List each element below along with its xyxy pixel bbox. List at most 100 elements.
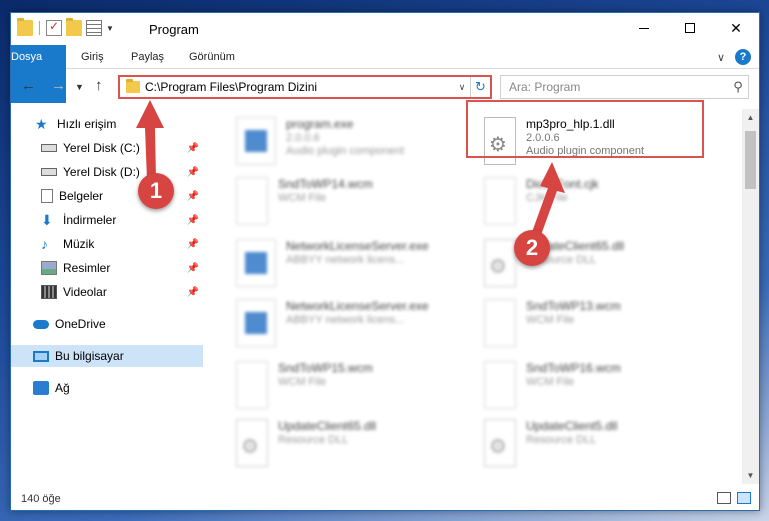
file-item[interactable]: NetworkLicenseServer.exe ABBYY network l… <box>232 235 472 293</box>
sidebar-item-pictures[interactable]: Resimler 📌 <box>11 257 203 279</box>
title-bar: ▼ Program ✕ <box>11 13 759 45</box>
file-item[interactable]: program.exe 2.0.0.6 Audio plugin compone… <box>232 113 472 171</box>
close-button[interactable]: ✕ <box>713 13 759 43</box>
details-view-icon[interactable] <box>717 492 731 504</box>
sidebar-item-network[interactable]: Ağ <box>11 377 203 399</box>
file-name: NetworkLicenseServer.exe <box>286 239 429 253</box>
tab-share[interactable]: Paylaş <box>121 45 174 69</box>
ribbon-right-controls: ∨ ? <box>717 49 751 65</box>
properties-check-icon[interactable] <box>46 19 62 36</box>
videos-icon <box>41 285 57 299</box>
pin-icon[interactable]: 📌 <box>187 287 199 298</box>
maximize-icon <box>685 23 695 33</box>
file-item[interactable]: SndToWP15.wcm WCM File <box>232 357 472 415</box>
tab-view[interactable]: Görünüm <box>179 45 245 69</box>
sidebar-item-local-disk-d[interactable]: Yerel Disk (D:) 📌 <box>11 161 203 183</box>
sidebar-item-this-pc[interactable]: Bu bilgisayar <box>11 345 203 367</box>
minimize-button[interactable] <box>621 13 667 43</box>
pin-icon[interactable]: 📌 <box>187 143 199 154</box>
view-switcher <box>717 492 751 504</box>
address-bar[interactable]: C:\Program Files\Program Dizini ∨ ↻ <box>118 75 492 99</box>
sidebar-item-videos[interactable]: Videolar 📌 <box>11 281 203 303</box>
file-name: program.exe <box>286 117 354 131</box>
network-icon <box>33 381 49 395</box>
executable-file-icon <box>236 299 276 347</box>
close-icon: ✕ <box>730 19 742 36</box>
dll-file-icon <box>484 419 516 467</box>
pin-icon[interactable]: 📌 <box>187 263 199 274</box>
file-type: Resource DLL <box>278 434 349 446</box>
sidebar-item-documents[interactable]: Belgeler 📌 <box>11 185 203 207</box>
pin-icon[interactable]: 📌 <box>187 191 199 202</box>
tab-home[interactable]: Giriş <box>71 45 114 69</box>
blank-file-icon <box>484 177 516 225</box>
sidebar-item-music[interactable]: ♪ Müzik 📌 <box>11 233 203 255</box>
up-icon[interactable]: ↑ <box>95 77 103 94</box>
step-marker-1: 1 <box>138 173 174 209</box>
file-item[interactable]: DictMFont.cjk CJK File <box>480 173 720 231</box>
dll-file-icon <box>236 419 268 467</box>
properties-icon[interactable] <box>86 20 102 36</box>
customize-toolbar-icon[interactable]: ▼ <box>106 24 114 33</box>
file-item[interactable]: UpdateClient5.dll Resource DLL <box>480 415 720 473</box>
divider <box>39 21 40 35</box>
sidebar-item-label: Belgeler <box>59 189 104 203</box>
sidebar-item-label: Resimler <box>63 261 111 275</box>
scroll-down-icon[interactable]: ▼ <box>742 471 759 480</box>
pin-icon[interactable]: 📌 <box>187 239 199 250</box>
file-list: program.exe 2.0.0.6 Audio plugin compone… <box>216 109 744 484</box>
file-item[interactable]: SndToWP16.wcm WCM File <box>480 357 720 415</box>
file-item[interactable]: SndToWP14.wcm WCM File <box>232 173 472 231</box>
recent-locations-icon[interactable]: ▼ <box>75 82 84 92</box>
file-name: SndToWP13.wcm <box>526 299 621 313</box>
file-item[interactable]: SndToWP13.wcm WCM File <box>480 295 720 353</box>
maximize-button[interactable] <box>667 13 713 43</box>
address-dropdown-icon[interactable]: ∨ <box>454 82 470 93</box>
star-icon: ★ <box>35 116 48 132</box>
back-icon[interactable]: ← <box>21 77 36 94</box>
vertical-scrollbar[interactable]: ▲ ▼ <box>742 109 759 484</box>
cloud-icon <box>33 319 49 329</box>
file-item[interactable]: NetworkLicenseServer.exe ABBYY network l… <box>232 295 472 353</box>
status-bar: 140 öğe <box>11 488 759 510</box>
pin-icon[interactable]: 📌 <box>187 167 199 178</box>
file-item[interactable]: UpdateClient65.dll Resource DLL <box>232 415 472 473</box>
file-type: WCM File <box>526 376 575 388</box>
help-icon[interactable]: ? <box>735 49 751 65</box>
minimize-icon <box>639 27 649 29</box>
forward-icon[interactable]: → <box>51 77 66 94</box>
sidebar-item-label: OneDrive <box>55 317 106 331</box>
file-name: SndToWP15.wcm <box>278 361 373 375</box>
sidebar-item-onedrive[interactable]: OneDrive <box>11 313 203 335</box>
navigation-bar: ← → ▼ ↑ C:\Program Files\Program Dizini … <box>11 73 759 101</box>
refresh-icon[interactable]: ↻ <box>470 77 490 97</box>
chevron-down-icon[interactable]: ∨ <box>717 51 725 64</box>
sidebar-item-label: Ağ <box>55 381 70 395</box>
file-description: ABBYY network licens... <box>286 254 405 266</box>
file-name: SndToWP16.wcm <box>526 361 621 375</box>
tiles-view-icon[interactable] <box>737 492 751 504</box>
file-type: WCM File <box>278 192 327 204</box>
file-name: SndToWP14.wcm <box>278 177 373 191</box>
search-placeholder: Ara: Program <box>509 80 581 94</box>
navigation-pane: ★ Hızlı erişim Yerel Disk (C:) 📌 Yerel D… <box>11 113 203 483</box>
search-icon[interactable]: ⚲ <box>728 79 748 95</box>
file-description: Audio plugin component <box>286 145 405 157</box>
executable-file-icon <box>236 239 276 287</box>
blank-file-icon <box>236 177 268 225</box>
scroll-thumb[interactable] <box>745 131 756 189</box>
scroll-up-icon[interactable]: ▲ <box>742 113 759 122</box>
sidebar-item-label: Müzik <box>63 237 95 251</box>
sidebar-item-label: Bu bilgisayar <box>55 349 124 363</box>
pin-icon[interactable]: 📌 <box>187 215 199 226</box>
file-type: Resource DLL <box>526 434 597 446</box>
address-path[interactable]: C:\Program Files\Program Dizini <box>145 80 454 94</box>
search-input[interactable]: Ara: Program ⚲ <box>500 75 749 99</box>
step-marker-2: 2 <box>514 230 550 266</box>
sidebar-item-local-disk-c[interactable]: Yerel Disk (C:) 📌 <box>11 137 203 159</box>
sidebar-item-quick-access[interactable]: ★ Hızlı erişim <box>11 113 203 135</box>
item-count: 140 öğe <box>21 493 61 505</box>
new-folder-icon[interactable] <box>66 18 82 36</box>
file-version: 2.0.0.6 <box>286 132 320 144</box>
sidebar-item-downloads[interactable]: ⬇ İndirmeler 📌 <box>11 209 203 231</box>
